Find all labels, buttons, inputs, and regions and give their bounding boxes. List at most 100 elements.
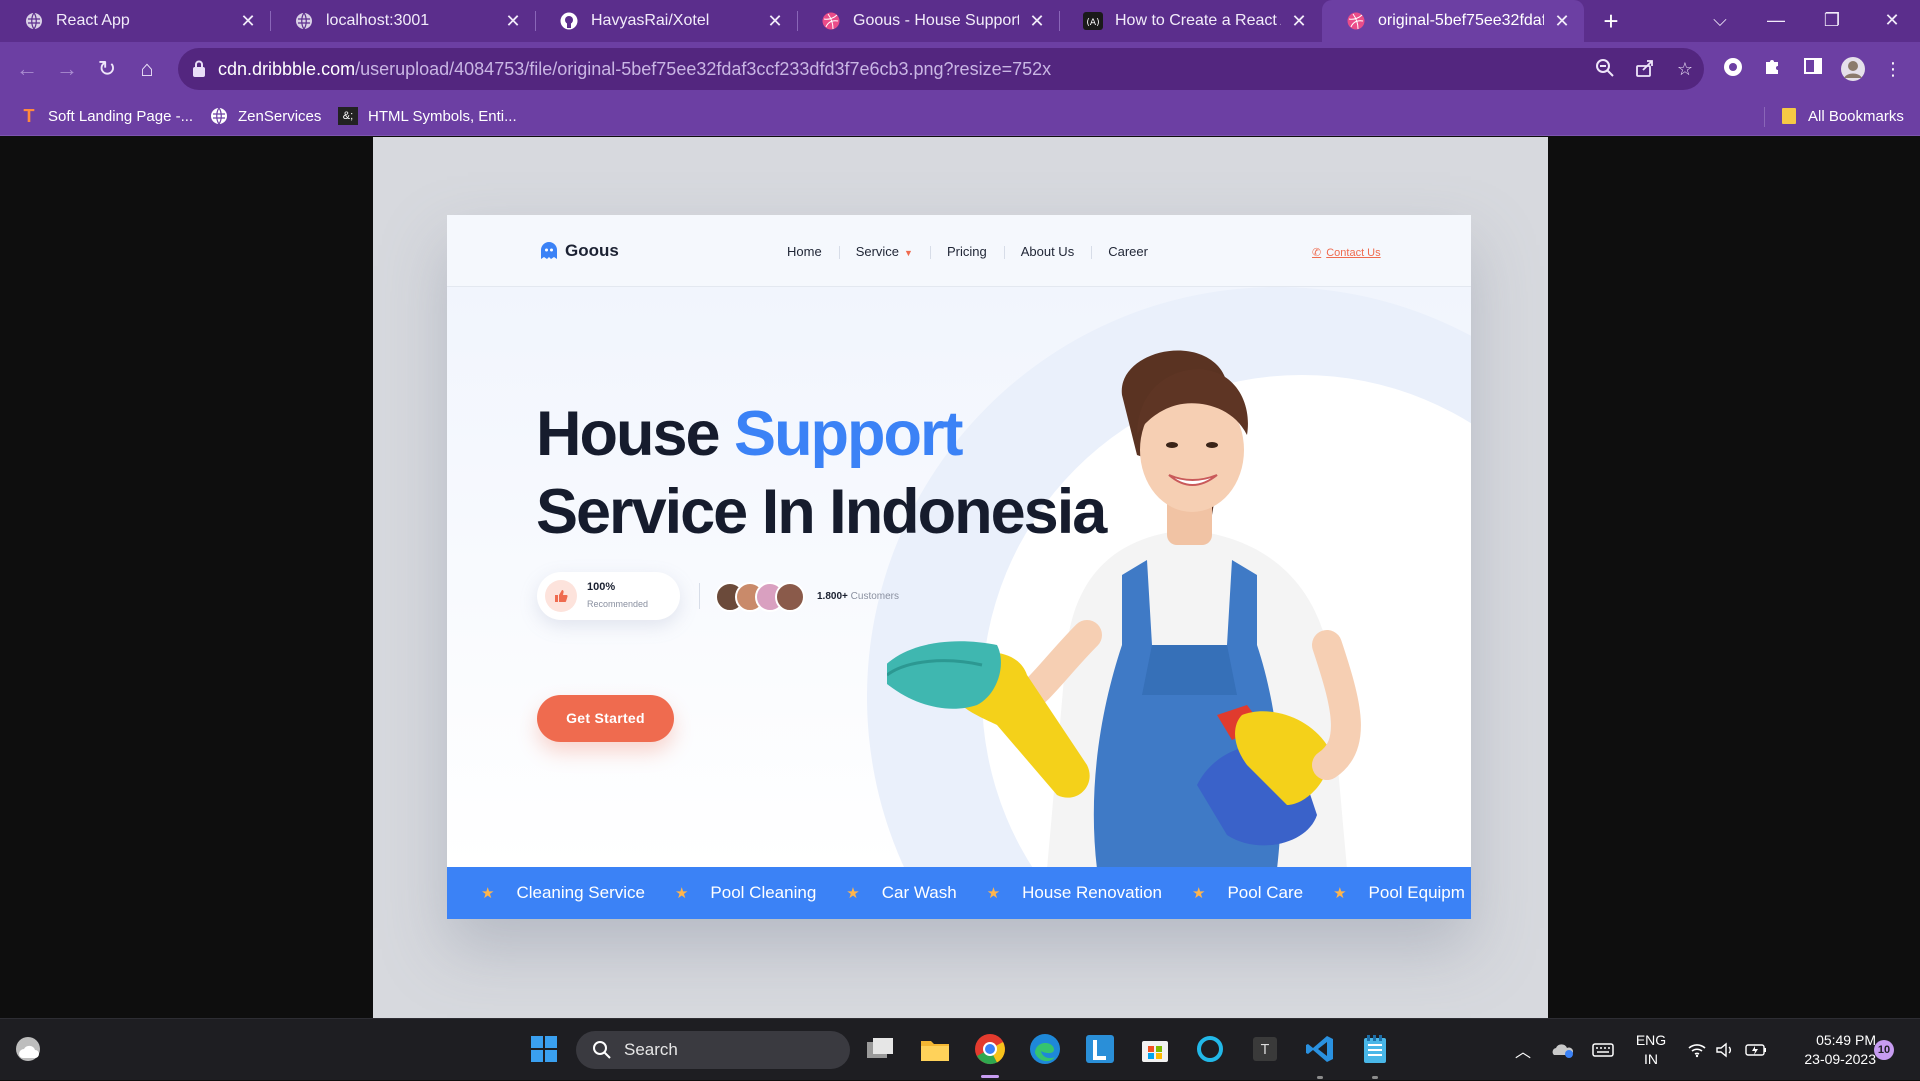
keyboard-icon[interactable] (1588, 1019, 1618, 1081)
star-icon: ★ (1192, 885, 1206, 902)
microsoft-store-icon[interactable] (1137, 1031, 1173, 1067)
bookmark-star-icon[interactable]: ☆ (1674, 58, 1696, 80)
dribbble-icon (821, 11, 841, 31)
onedrive-icon[interactable] (1548, 1019, 1578, 1081)
volume-icon[interactable] (1712, 1019, 1738, 1081)
cleaner-woman-illustration (887, 350, 1361, 869)
new-tab-button[interactable]: + (1596, 6, 1626, 36)
chrome-icon[interactable] (972, 1031, 1008, 1067)
clock-time: 05:49 PM (1816, 1032, 1876, 1048)
lang-line1: ENG (1635, 1032, 1667, 1048)
bookmark-soft-landing[interactable]: T Soft Landing Page -... (20, 96, 194, 136)
lock-icon (192, 60, 206, 78)
image-preview: Goous Home Service ▼ Pricing About Us Car… (373, 137, 1548, 1018)
l-app-icon[interactable] (1082, 1031, 1118, 1067)
share-icon[interactable] (1634, 58, 1656, 80)
menu-service-label: Service (855, 244, 900, 259)
extensions-puzzle-icon[interactable] (1760, 56, 1786, 82)
bookmark-html-symbols[interactable]: &; HTML Symbols, Enti... (338, 96, 517, 136)
close-icon[interactable]: ✕ (238, 11, 258, 32)
menu-about[interactable]: About Us (1003, 244, 1091, 259)
badge-label: Recommended (587, 599, 649, 609)
file-explorer-icon[interactable] (917, 1031, 953, 1067)
forward-button[interactable]: → (50, 52, 84, 86)
main-menu: Home Service ▼ Pricing About Us Career (770, 244, 1165, 259)
typora-icon[interactable]: T (1247, 1031, 1283, 1067)
windows-taskbar: Search T ︿ ENG IN 05:49 PM 23-09-2023 10 (0, 1018, 1920, 1080)
profile-avatar[interactable] (1840, 56, 1866, 82)
tab-create-react-app[interactable]: (A) How to Create a React App ✕ (1059, 0, 1321, 42)
weather-icon[interactable] (10, 1031, 46, 1067)
show-hidden-icons-chevron-icon[interactable]: ︿ (1508, 1019, 1538, 1081)
restore-button[interactable]: ❐ (1804, 0, 1860, 42)
tab-github[interactable]: HavyasRai/Xotel ✕ (535, 0, 797, 42)
star-icon: ★ (986, 885, 1001, 902)
menu-career[interactable]: Career (1091, 244, 1165, 259)
extension-circle-icon[interactable] (1720, 56, 1746, 82)
search-label: Search (624, 1040, 678, 1059)
back-button[interactable]: ← (10, 52, 44, 86)
menu-service[interactable]: Service ▼ (838, 244, 930, 259)
chevron-down-icon: ▼ (904, 248, 913, 258)
close-icon[interactable]: ✕ (1027, 11, 1047, 32)
home-button[interactable]: ⌂ (130, 52, 164, 86)
logo-mark-icon (541, 242, 557, 259)
close-icon[interactable]: ✕ (1289, 11, 1309, 32)
taskbar-search[interactable]: Search (576, 1031, 850, 1069)
edge-icon[interactable] (1027, 1031, 1063, 1067)
url-path: /userupload/4084753/file/original-5bef75… (355, 59, 1052, 79)
menu-home[interactable]: Home (770, 244, 839, 259)
tab-title: Goous - House Support Lan (853, 12, 1019, 29)
tab-original-image[interactable]: original-5bef75ee32fdaf3cc ✕ (1322, 0, 1584, 42)
service-label: House Renovation (1022, 883, 1163, 902)
star-icon: ★ (674, 885, 689, 902)
menu-pricing[interactable]: Pricing (929, 244, 1004, 259)
wifi-icon[interactable] (1684, 1019, 1710, 1081)
bookmark-zenservices[interactable]: ZenServices (210, 96, 321, 136)
task-view-icon[interactable] (862, 1031, 898, 1067)
menu-kebab-icon[interactable]: ⋮ (1880, 56, 1906, 82)
active-app-indicator (981, 1075, 999, 1078)
close-icon[interactable]: ✕ (1552, 11, 1572, 32)
goous-logo[interactable]: Goous (539, 241, 619, 261)
tab-title: original-5bef75ee32fdaf3cc (1378, 12, 1544, 29)
zoom-icon[interactable] (1594, 58, 1616, 80)
windows-start-icon[interactable] (526, 1031, 562, 1067)
avatar (775, 582, 805, 612)
vscode-icon[interactable] (1302, 1031, 1338, 1067)
service-item: ★ House Renovation (987, 883, 1192, 903)
side-panel-icon[interactable] (1800, 56, 1826, 82)
thumbs-up-icon (545, 580, 577, 612)
reload-button[interactable]: ↻ (90, 52, 124, 86)
notification-badge[interactable]: 10 (1874, 1040, 1894, 1060)
service-label: Car Wash (881, 883, 957, 902)
lang-line2: IN (1644, 1051, 1658, 1067)
all-bookmarks-button[interactable]: All Bookmarks (1780, 96, 1904, 136)
get-started-button[interactable]: Get Started (537, 695, 674, 742)
tab-goous-dribbble[interactable]: Goous - House Support Lan ✕ (797, 0, 1059, 42)
service-item: ★ Pool Cleaning (675, 883, 846, 903)
battery-icon[interactable] (1742, 1019, 1770, 1081)
input-language[interactable]: ENG IN (1628, 1031, 1674, 1069)
close-icon[interactable]: ✕ (503, 11, 523, 32)
close-icon[interactable]: ✕ (765, 11, 785, 32)
tab-title: localhost:3001 (326, 12, 430, 29)
search-icon (593, 1041, 611, 1059)
tab-localhost[interactable]: localhost:3001 ✕ (270, 0, 535, 42)
tab-react-app[interactable]: React App ✕ (0, 0, 270, 42)
contact-us-link[interactable]: ✆ Contact Us (1312, 246, 1381, 260)
minimize-button[interactable]: — (1748, 0, 1804, 42)
html-entity-icon: &; (338, 107, 358, 125)
services-ticker: ★ Cleaning Service ★ Pool Cleaning ★ Car Wa… (447, 867, 1471, 919)
address-bar[interactable]: cdn.dribbble.com/userupload/4084753/file… (178, 48, 1704, 90)
notepad-icon[interactable] (1357, 1031, 1393, 1067)
cortana-icon[interactable] (1192, 1031, 1228, 1067)
tab-search-chevron-icon[interactable]: ⌵ (1692, 0, 1748, 42)
system-clock[interactable]: 05:49 PM 23-09-2023 (1776, 1031, 1876, 1069)
star-icon: ★ (1333, 885, 1347, 902)
tab-title: React App (56, 12, 130, 29)
globe-icon (24, 11, 44, 31)
ai-icon: (A) (1083, 11, 1103, 31)
close-window-button[interactable]: ✕ (1864, 0, 1920, 42)
customers-count: 1.800+ (817, 591, 848, 602)
